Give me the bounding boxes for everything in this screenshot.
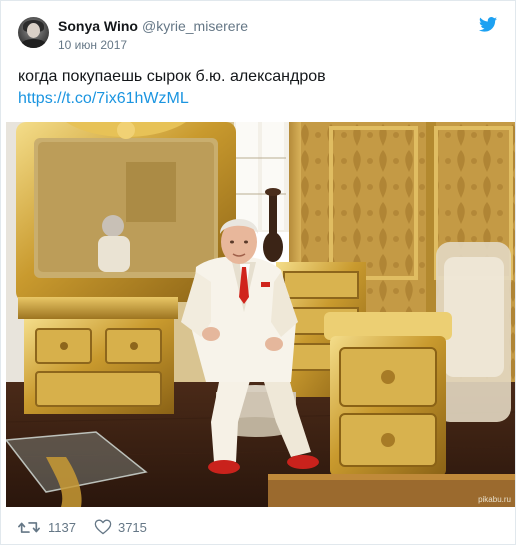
user-handle[interactable]: @kyrie_miserere [142, 18, 248, 34]
tweet-card: Sonya Wino @kyrie_miserere 10 июн 2017 ко… [0, 0, 516, 545]
retweet-icon [18, 521, 40, 533]
tweet-text: когда покупаешь сырок б.ю. александров [18, 68, 326, 85]
tweet-photo[interactable]: pikabu.ru [6, 122, 515, 507]
like-button[interactable]: 3715 [94, 519, 147, 535]
user-line: Sonya Wino @kyrie_miserere [58, 18, 248, 34]
photo-watermark: pikabu.ru [478, 495, 511, 504]
heart-icon [94, 519, 112, 535]
like-count: 3715 [117, 519, 147, 535]
display-name[interactable]: Sonya Wino [58, 18, 138, 34]
retweet-count: 1137 [48, 519, 76, 535]
twitter-bird-icon[interactable] [479, 17, 497, 32]
retweet-button[interactable]: 1137 [18, 520, 76, 535]
tweet-date[interactable]: 10 июн 2017 [58, 38, 127, 52]
tweet-actions: 1137 3715 [18, 517, 147, 537]
avatar[interactable] [18, 17, 49, 48]
tweet-link[interactable]: https://t.co/7ix61hWzML [18, 88, 189, 109]
